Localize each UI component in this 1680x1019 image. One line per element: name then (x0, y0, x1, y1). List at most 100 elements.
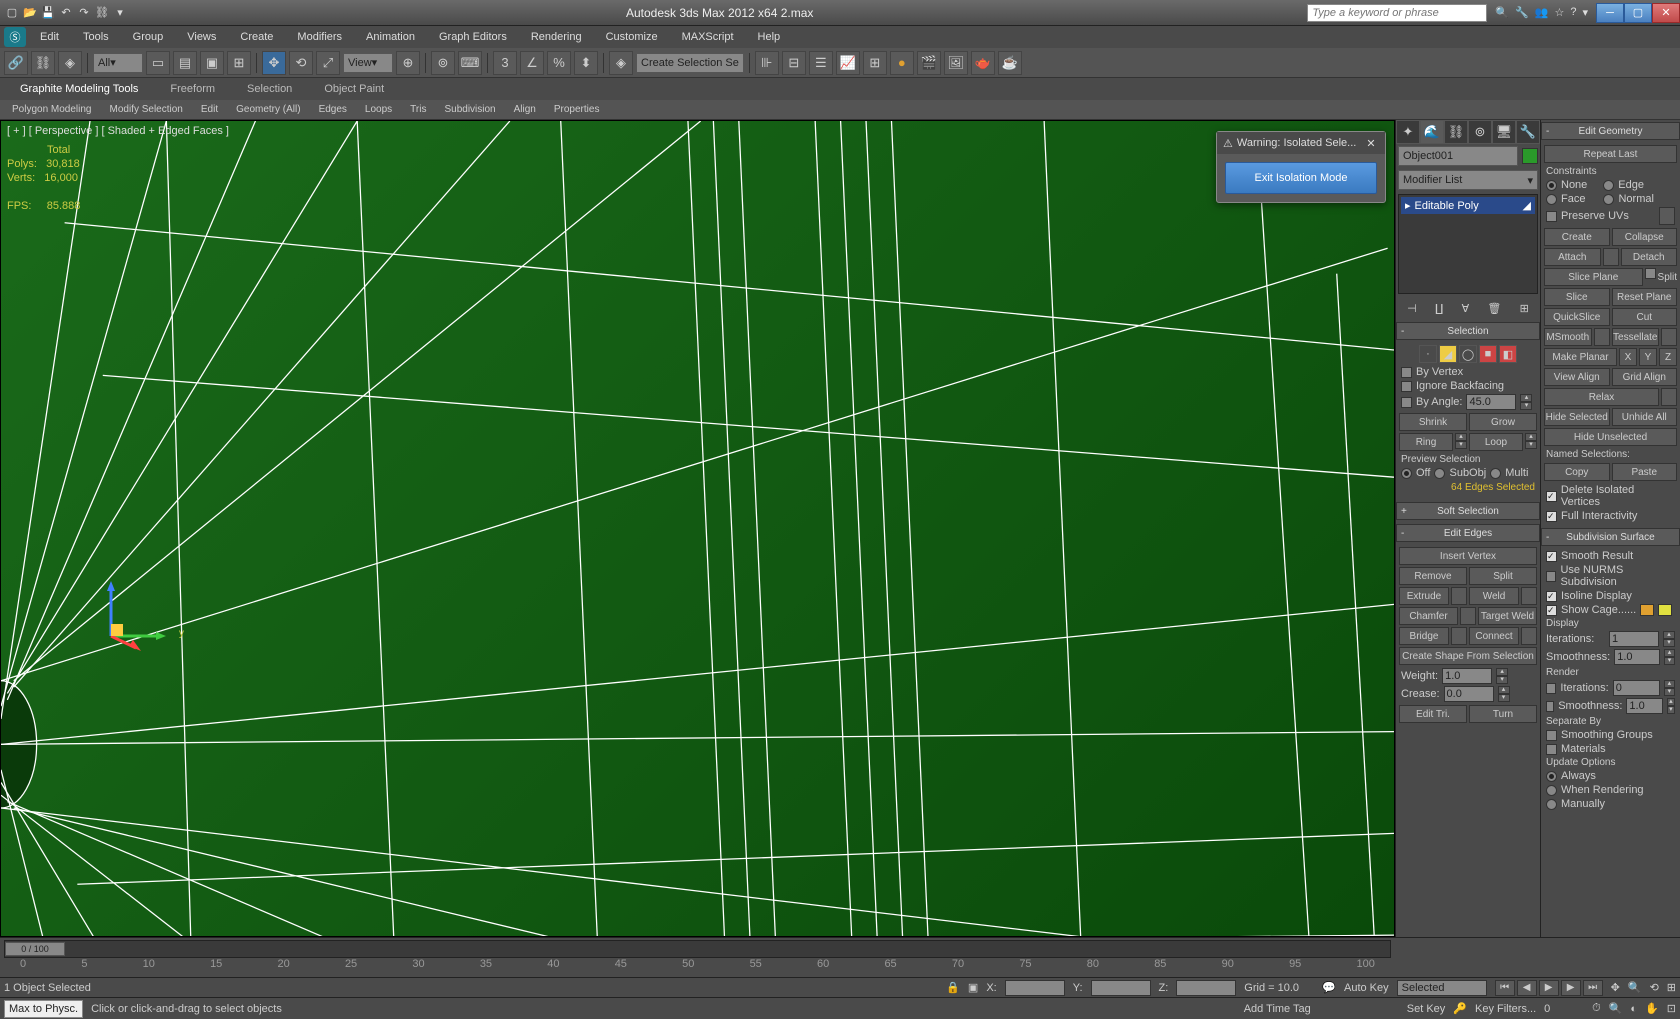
key-icon[interactable]: 🔧 (1515, 6, 1529, 19)
time-slider-thumb[interactable]: 0 / 100 (5, 942, 65, 956)
menu-maxscript[interactable]: MAXScript (672, 28, 744, 46)
preview-subobj-radio[interactable] (1434, 468, 1445, 479)
update-manual-radio[interactable] (1546, 799, 1557, 810)
comm-icon[interactable]: 💬 (1322, 981, 1336, 994)
time-slider[interactable]: 0 / 100 (4, 940, 1391, 958)
rb-loops[interactable]: Loops (357, 102, 400, 117)
align-icon[interactable]: ⊟ (782, 51, 806, 75)
modifier-stack[interactable]: ▸ Editable Poly◢ (1398, 194, 1538, 294)
help-icon[interactable]: ? (1570, 6, 1576, 19)
menu-help[interactable]: Help (748, 28, 791, 46)
softsel-rollout-header[interactable]: Soft Selection (1396, 502, 1540, 520)
update-render-radio[interactable] (1546, 785, 1557, 796)
modify-tab-icon[interactable]: 🌊 (1420, 120, 1444, 144)
unhide-all-button[interactable]: Unhide All (1612, 408, 1678, 426)
bind-icon[interactable]: ◈ (58, 51, 82, 75)
set-key-button[interactable]: Set Key (1407, 1003, 1446, 1015)
preserve-uvs-checkbox[interactable] (1546, 211, 1557, 222)
display-iter-spinner[interactable]: 1 (1609, 631, 1659, 647)
qat-new-icon[interactable]: ▢ (4, 5, 20, 21)
nav-zoom2-icon[interactable]: 🔍 (1609, 1002, 1623, 1015)
window-cross-icon[interactable]: ⊞ (227, 51, 251, 75)
qat-redo-icon[interactable]: ↷ (76, 5, 92, 21)
view-align-button[interactable]: View Align (1544, 368, 1610, 386)
nav-max2-icon[interactable]: ⊡ (1667, 1002, 1676, 1015)
config-icon[interactable]: ⊞ (1520, 302, 1529, 315)
preview-multi-radio[interactable] (1490, 468, 1501, 479)
binoculars-icon[interactable]: 🔍 (1495, 6, 1509, 19)
menu-edit[interactable]: Edit (30, 28, 69, 46)
ribbon-tab-freeform[interactable]: Freeform (158, 80, 227, 98)
angle-spinner[interactable]: 45.0 (1466, 394, 1516, 410)
rb-subdiv[interactable]: Subdivision (436, 102, 503, 117)
y-coord-field[interactable] (1091, 980, 1151, 996)
edge-subobj-icon[interactable]: ◢ (1439, 345, 1457, 363)
extrude-settings-button[interactable] (1451, 587, 1467, 605)
qat-undo-icon[interactable]: ↶ (58, 5, 74, 21)
nav-orbit-icon[interactable]: ⟲ (1650, 981, 1659, 994)
msmooth-settings[interactable] (1594, 328, 1610, 346)
rb-tris[interactable]: Tris (402, 102, 434, 117)
tessellate-settings[interactable] (1661, 328, 1677, 346)
constraint-none-radio[interactable] (1546, 180, 1557, 191)
quickslice-button[interactable]: QuickSlice (1544, 308, 1610, 326)
slice-button[interactable]: Slice (1544, 288, 1610, 306)
turn-button[interactable]: Turn (1469, 705, 1537, 723)
chamfer-settings-button[interactable] (1460, 607, 1476, 625)
material-icon[interactable]: ● (890, 51, 914, 75)
sep-materials-checkbox[interactable] (1546, 744, 1557, 755)
remove-button[interactable]: Remove (1399, 567, 1467, 585)
menu-modifiers[interactable]: Modifiers (287, 28, 352, 46)
select-region-icon[interactable]: ▣ (200, 51, 224, 75)
schematic-icon[interactable]: ⊞ (863, 51, 887, 75)
close-button[interactable]: ✕ (1652, 3, 1680, 23)
render-frame-icon[interactable]: 🖼 (944, 51, 968, 75)
menu-create[interactable]: Create (230, 28, 283, 46)
object-color-swatch[interactable] (1522, 148, 1538, 164)
percent-snap-icon[interactable]: % (547, 51, 571, 75)
render-smooth-spinner[interactable]: 1.0 (1626, 698, 1662, 714)
modifier-list-dropdown[interactable]: Modifier List▾ (1398, 170, 1538, 190)
nav-zoom-icon[interactable]: 🔍 (1628, 981, 1642, 994)
select-name-icon[interactable]: ▤ (173, 51, 197, 75)
crease-spinner[interactable]: 0.0 (1444, 686, 1494, 702)
split-checkbox[interactable] (1645, 268, 1656, 279)
goto-end-icon[interactable]: ⏭ (1583, 980, 1603, 996)
grid-align-button[interactable]: Grid Align (1612, 368, 1678, 386)
msmooth-button[interactable]: MSmooth (1544, 328, 1592, 346)
ignore-backfacing-checkbox[interactable] (1401, 381, 1412, 392)
spinner-snap-icon[interactable]: ⬍ (574, 51, 598, 75)
sep-smoothgroups-checkbox[interactable] (1546, 730, 1557, 741)
render-iter-spinner[interactable]: 0 (1613, 680, 1660, 696)
detach-button[interactable]: Detach (1621, 248, 1678, 266)
snap-icon[interactable]: 3 (493, 51, 517, 75)
comm-icon[interactable]: 👥 (1535, 6, 1549, 19)
delete-isolated-checkbox[interactable] (1546, 491, 1557, 502)
menu-rendering[interactable]: Rendering (521, 28, 592, 46)
layers-icon[interactable]: ☰ (809, 51, 833, 75)
rb-modifysel[interactable]: Modify Selection (102, 102, 191, 117)
slice-plane-button[interactable]: Slice Plane (1544, 268, 1643, 286)
paste-namedsel-button[interactable]: Paste (1612, 463, 1678, 481)
smooth-result-checkbox[interactable] (1546, 551, 1557, 562)
show-cage-checkbox[interactable] (1546, 605, 1557, 616)
use-nurms-checkbox[interactable] (1546, 571, 1556, 582)
hide-selected-button[interactable]: Hide Selected (1544, 408, 1610, 426)
weld-settings-button[interactable] (1521, 587, 1537, 605)
collapse-button[interactable]: Collapse (1612, 228, 1678, 246)
hide-unselected-button[interactable]: Hide Unselected (1544, 428, 1677, 446)
constraint-normal-radio[interactable] (1603, 194, 1614, 205)
attach-button[interactable]: Attach (1544, 248, 1601, 266)
vertex-subobj-icon[interactable]: · (1419, 345, 1437, 363)
dropdown-icon[interactable]: ▾ (1582, 6, 1588, 19)
menu-grapheditors[interactable]: Graph Editors (429, 28, 517, 46)
chamfer-button[interactable]: Chamfer (1399, 607, 1458, 625)
key-icon2[interactable]: 🔑 (1453, 1002, 1467, 1015)
connect-settings-button[interactable] (1521, 627, 1537, 645)
render-smooth-checkbox[interactable] (1546, 701, 1554, 712)
viewport[interactable]: [ + ] [ Perspective ] [ Shaded + Edged F… (0, 120, 1395, 937)
star-icon[interactable]: ☆ (1554, 6, 1564, 19)
ring-button[interactable]: Ring (1399, 433, 1453, 451)
cage-color1[interactable] (1640, 604, 1654, 616)
manip-icon[interactable]: ⊚ (431, 51, 455, 75)
